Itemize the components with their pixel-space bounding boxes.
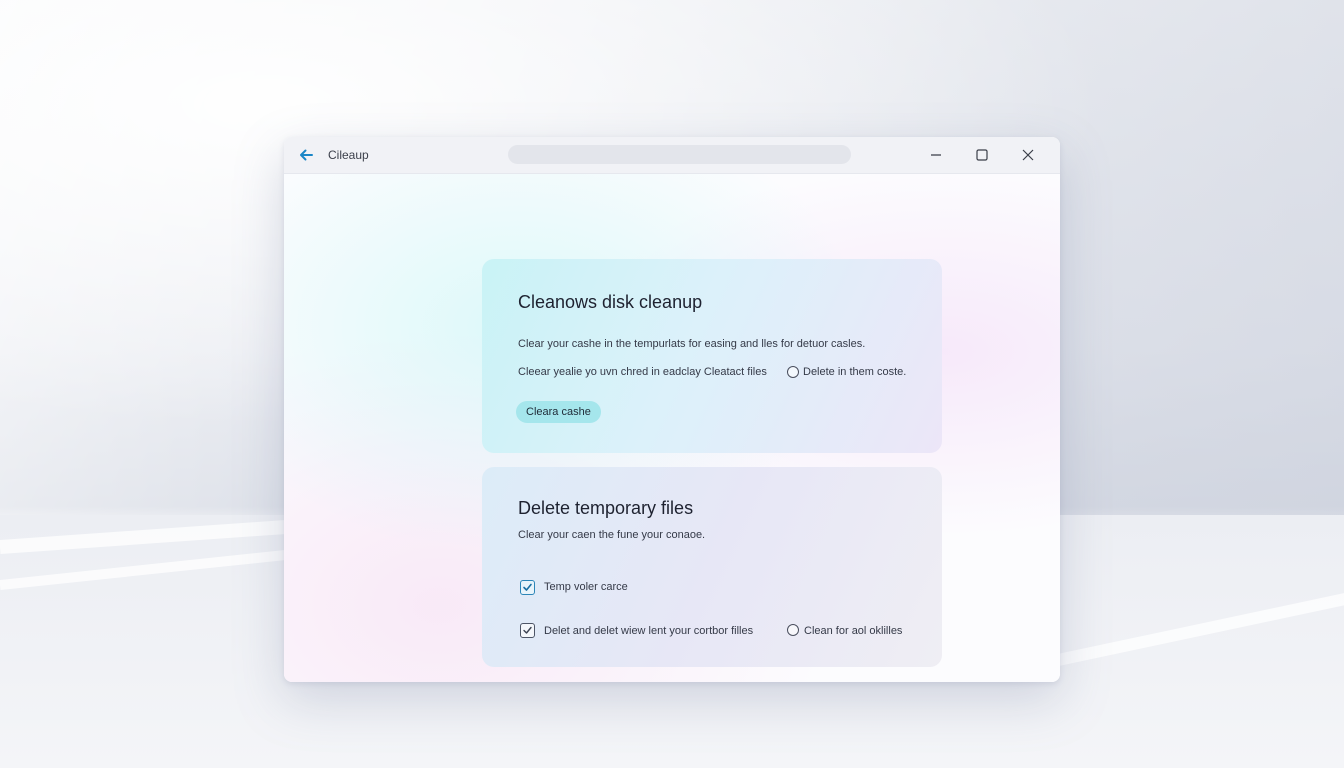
maximize-button[interactable]	[962, 141, 1002, 169]
card-heading: Delete temporary files	[518, 498, 694, 518]
minimize-button[interactable]	[916, 141, 956, 169]
card-description: Clear your cashe in the tempurlats for e…	[518, 338, 866, 350]
delete-files-checkbox[interactable]	[520, 623, 535, 638]
delete-radio[interactable]	[787, 366, 799, 378]
checkbox-label: Delet and delet wiew lent your cortbor f…	[544, 625, 754, 637]
card-description: Clear your caen the fune your conaoe.	[518, 529, 706, 541]
clear-cache-button[interactable]: Cleara cashe	[516, 401, 601, 423]
back-arrow-icon[interactable]	[298, 147, 314, 163]
app-window: Cileaup Cleanows disk cleanup Clear your…	[284, 137, 1060, 682]
content-area: Cleanows disk cleanup Clear your cashe i…	[284, 174, 1060, 682]
radio-label: Clean for aol oklilles	[804, 625, 903, 637]
checkbox-label: Temp voler carce	[544, 581, 628, 593]
temporary-files-card: Delete temporary files Clear your caen t…	[482, 467, 942, 667]
clean-all-radio[interactable]	[787, 624, 799, 636]
close-icon	[1022, 149, 1034, 161]
checkmark-icon	[523, 626, 532, 634]
minimize-icon	[931, 154, 941, 156]
disk-cleanup-card: Cleanows disk cleanup Clear your cashe i…	[482, 259, 942, 453]
title-search-bar[interactable]	[508, 145, 851, 164]
card-heading: Cleanows disk cleanup	[518, 292, 703, 312]
option-text: Cleear yealie yo uvn chred in eadclay Cl…	[518, 366, 767, 378]
checkmark-icon	[523, 583, 532, 591]
close-button[interactable]	[1008, 141, 1048, 169]
temp-folder-checkbox[interactable]	[520, 580, 535, 595]
radio-label: Delete in them coste.	[803, 366, 907, 378]
app-title: Cileaup	[328, 148, 369, 162]
maximize-icon	[976, 149, 988, 161]
title-bar: Cileaup	[284, 137, 1060, 174]
